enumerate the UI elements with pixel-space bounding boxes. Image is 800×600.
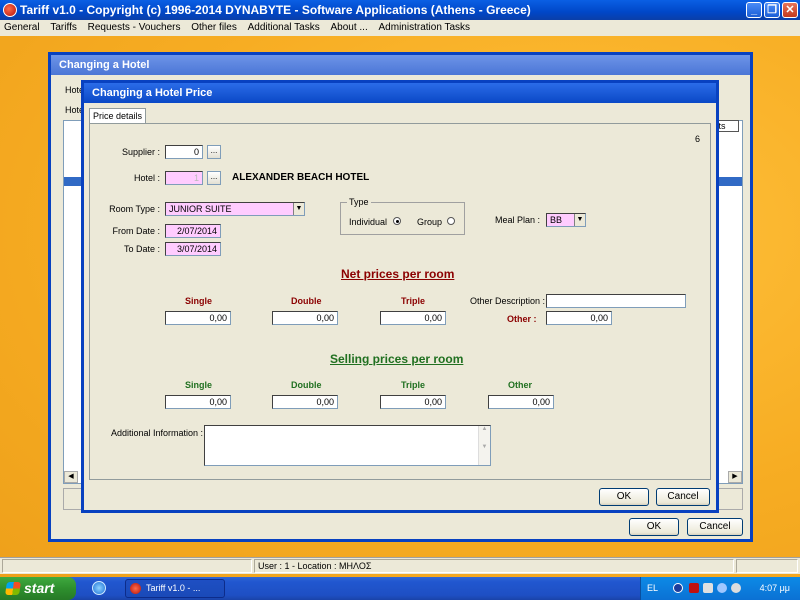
from-date-label: From Date : bbox=[112, 226, 160, 236]
sell-other-field[interactable]: 0,00 bbox=[488, 395, 554, 409]
type-group-radio[interactable] bbox=[447, 217, 455, 225]
network-icon[interactable] bbox=[703, 583, 713, 593]
hotel-browse-button[interactable]: ... bbox=[207, 171, 221, 185]
taskbar-item-label: Tariff v1.0 - ... bbox=[146, 583, 201, 593]
statusbar: User : 1 - Location : ΜΗΛΟΣ bbox=[0, 557, 800, 574]
chevron-down-icon[interactable]: ▼ bbox=[293, 203, 304, 215]
quicklaunch-ie-icon[interactable] bbox=[92, 581, 106, 595]
system-tray: EL 4:07 μμ bbox=[640, 577, 800, 600]
net-prices-heading: Net prices per room bbox=[341, 267, 455, 281]
menu-general[interactable]: General bbox=[0, 20, 44, 36]
menu-tariffs[interactable]: Tariffs bbox=[46, 20, 81, 36]
price-ok-button[interactable]: OK bbox=[599, 488, 649, 506]
tray-icon[interactable] bbox=[731, 583, 741, 593]
sell-triple-label: Triple bbox=[401, 380, 426, 390]
room-type-value: JUNIOR SUITE bbox=[169, 204, 232, 214]
sell-triple-field[interactable]: 0,00 bbox=[380, 395, 446, 409]
net-other-label: Other : bbox=[507, 314, 537, 324]
tariff-app-icon bbox=[130, 583, 141, 594]
room-type-label: Room Type : bbox=[109, 204, 160, 214]
price-dialog-title: Changing a Hotel Price bbox=[84, 83, 716, 103]
price-details-panel: 6 Supplier : 0 ... Hotel : 1 ... ALEXAND… bbox=[89, 123, 711, 480]
to-date-field[interactable]: 3/07/2014 bbox=[165, 242, 221, 256]
app-icon bbox=[3, 3, 17, 17]
record-number: 6 bbox=[695, 134, 701, 144]
hotel-ok-button[interactable]: OK bbox=[629, 518, 679, 536]
hotel-field[interactable]: 1 bbox=[165, 171, 203, 185]
type-individual-label: Individual bbox=[349, 217, 388, 227]
textarea-scrollbar[interactable]: ▲ ▼ bbox=[478, 426, 490, 465]
status-user-location: User : 1 - Location : ΜΗΛΟΣ bbox=[254, 559, 734, 573]
changing-hotel-title: Changing a Hotel bbox=[51, 55, 750, 75]
net-other-field[interactable]: 0,00 bbox=[546, 311, 612, 325]
net-single-field[interactable]: 0,00 bbox=[165, 311, 231, 325]
meal-plan-label: Meal Plan : bbox=[494, 215, 540, 225]
start-button[interactable]: start bbox=[0, 577, 76, 600]
additional-info-textarea[interactable]: ▲ ▼ bbox=[204, 425, 491, 466]
app-title: Tariff v1.0 - Copyright (c) 1996-2014 DY… bbox=[20, 3, 531, 17]
sell-other-label: Other bbox=[508, 380, 533, 390]
from-date-field[interactable]: 2/07/2014 bbox=[165, 224, 221, 238]
menu-about[interactable]: About ... bbox=[326, 20, 371, 36]
type-groupbox: Type Individual Group bbox=[340, 196, 465, 235]
net-single-label: Single bbox=[185, 296, 213, 306]
language-indicator[interactable]: EL bbox=[647, 577, 658, 600]
tab-price-details[interactable]: Price details bbox=[89, 108, 146, 124]
windows-logo-icon bbox=[5, 582, 21, 595]
other-description-label: Other Description : bbox=[470, 296, 546, 306]
maximize-button[interactable]: ❐ bbox=[764, 2, 780, 18]
sell-double-label: Double bbox=[291, 380, 322, 390]
type-group-option-label: Group bbox=[417, 217, 443, 227]
hotel-label: Hotel : bbox=[133, 173, 160, 183]
other-description-field[interactable] bbox=[546, 294, 686, 308]
menu-administration-tasks[interactable]: Administration Tasks bbox=[375, 20, 475, 36]
menubar: General Tariffs Requests - Vouchers Othe… bbox=[0, 20, 800, 36]
menu-other-files[interactable]: Other files bbox=[187, 20, 241, 36]
menu-additional-tasks[interactable]: Additional Tasks bbox=[244, 20, 324, 36]
selling-prices-heading: Selling prices per room bbox=[330, 352, 464, 366]
meal-plan-select[interactable]: BB ▼ bbox=[546, 213, 586, 227]
taskbar: start Tariff v1.0 - ... EL 4:07 μμ bbox=[0, 577, 800, 600]
minimize-button[interactable]: _ bbox=[746, 2, 762, 18]
scroll-left-button[interactable]: ◀ bbox=[64, 471, 78, 483]
clock[interactable]: 4:07 μμ bbox=[760, 577, 790, 600]
net-double-label: Double bbox=[291, 296, 322, 306]
meal-plan-value: BB bbox=[550, 215, 563, 225]
net-triple-label: Triple bbox=[401, 296, 426, 306]
app-titlebar: Tariff v1.0 - Copyright (c) 1996-2014 DY… bbox=[0, 0, 800, 20]
chevron-down-icon[interactable]: ▼ bbox=[574, 214, 585, 226]
supplier-label: Supplier : bbox=[121, 147, 160, 157]
price-cancel-button[interactable]: Cancel bbox=[656, 488, 710, 506]
help-icon[interactable] bbox=[673, 583, 683, 593]
room-type-select[interactable]: JUNIOR SUITE ▼ bbox=[165, 202, 305, 216]
additional-info-label: Additional Information : bbox=[111, 428, 204, 438]
type-individual-radio[interactable] bbox=[393, 217, 401, 225]
menu-requests-vouchers[interactable]: Requests - Vouchers bbox=[84, 20, 185, 36]
sell-double-field[interactable]: 0,00 bbox=[272, 395, 338, 409]
supplier-field[interactable]: 0 bbox=[165, 145, 203, 159]
type-group-label: Type bbox=[347, 196, 371, 208]
sell-single-label: Single bbox=[185, 380, 213, 390]
status-cell-1 bbox=[2, 559, 252, 573]
antivirus-icon[interactable] bbox=[689, 583, 699, 593]
start-label: start bbox=[24, 580, 55, 596]
net-triple-field[interactable]: 0,00 bbox=[380, 311, 446, 325]
hotel-name: ALEXANDER BEACH HOTEL bbox=[232, 172, 370, 183]
taskbar-item-tariff[interactable]: Tariff v1.0 - ... bbox=[125, 579, 225, 598]
net-double-field[interactable]: 0,00 bbox=[272, 311, 338, 325]
status-cell-3 bbox=[736, 559, 798, 573]
hotel-cancel-button[interactable]: Cancel bbox=[687, 518, 743, 536]
scroll-right-button[interactable]: ▶ bbox=[728, 471, 742, 483]
supplier-browse-button[interactable]: ... bbox=[207, 145, 221, 159]
price-dialog: Changing a Hotel Price Price details 6 S… bbox=[81, 80, 719, 513]
sell-single-field[interactable]: 0,00 bbox=[165, 395, 231, 409]
volume-icon[interactable] bbox=[717, 583, 727, 593]
close-button[interactable]: ✕ bbox=[782, 2, 798, 18]
to-date-label: To Date : bbox=[123, 244, 160, 254]
